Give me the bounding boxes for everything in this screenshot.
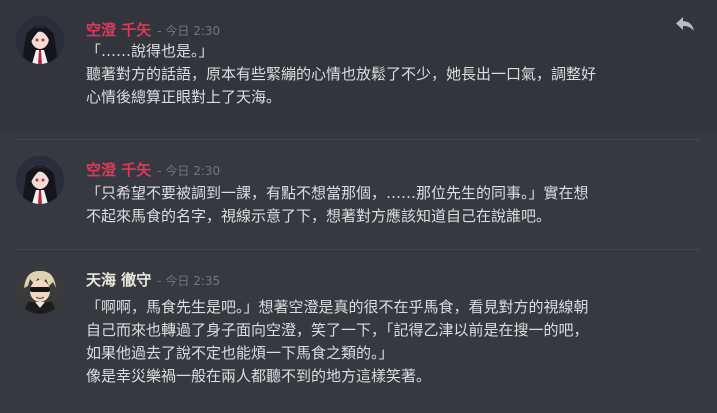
message-3[interactable]: 天海 徹守 - 今日 2:35 「啊啊，馬食先生是吧。」想著空澄是真的很不在乎馬食…	[0, 250, 717, 413]
message-content: 「啊啊，馬食先生是吧。」想著空澄是真的很不在乎馬食，看見對方的視線朝 自己而來也…	[86, 296, 706, 388]
message-line: 自己而來也轉過了身子面向空澄，笑了一下，「記得乙津以前是在搜一的吧，	[86, 321, 589, 339]
avatar-sora[interactable]	[16, 16, 64, 64]
message-2[interactable]: 空澄 千矢 - 今日 2:30 「只希望不要被調到一課，有點不想當那個，……那位先…	[0, 140, 717, 248]
message-1[interactable]: 空澄 千矢 - 今日 2:30 「……說得也是。」 聽著對方的話語，原本有些緊繃的…	[0, 0, 717, 132]
timestamp: - 今日 2:30	[157, 24, 221, 38]
message-content: 「只希望不要被調到一課，有點不想當那個，……那位先生的同事。」實在想 不起來馬食…	[86, 182, 706, 228]
message-line: 聽著對方的話語，原本有些緊繃的心情也放鬆了不少，她長出一口氣，調整好	[86, 65, 597, 83]
timestamp: - 今日 2:35	[157, 274, 221, 288]
username[interactable]: 天海 徹守	[86, 271, 151, 289]
message-line: 不起來馬食的名字，視線示意了下，想著對方應該知道自己在說誰吧。	[86, 207, 552, 225]
message-line: 「……說得也是。」	[86, 42, 214, 60]
message-header: 天海 徹守 - 今日 2:35	[86, 270, 220, 290]
message-line: 「啊啊，馬食先生是吧。」想著空澄是真的很不在乎馬食，看見對方的視線朝	[86, 298, 589, 316]
avatar-amami[interactable]	[16, 266, 64, 314]
username[interactable]: 空澄 千矢	[86, 21, 151, 39]
username[interactable]: 空澄 千矢	[86, 161, 151, 179]
message-line: 心情後總算正眼對上了天海。	[86, 88, 282, 106]
message-line: 如果他過去了說不定也能煩一下馬食之類的。」	[86, 344, 394, 362]
reply-button[interactable]	[671, 12, 699, 36]
message-content: 「……說得也是。」 聽著對方的話語，原本有些緊繃的心情也放鬆了不少，她長出一口氣…	[86, 40, 706, 109]
reply-arrow-icon	[676, 17, 694, 31]
chat-message-list: 空澄 千矢 - 今日 2:30 「……說得也是。」 聽著對方的話語，原本有些緊繃的…	[0, 0, 717, 413]
avatar-sora[interactable]	[16, 156, 64, 204]
message-line: 像是幸災樂禍一般在兩人都聽不到的地方這樣笑著。	[86, 367, 432, 385]
message-header: 空澄 千矢 - 今日 2:30	[86, 20, 220, 40]
timestamp: - 今日 2:30	[157, 164, 221, 178]
message-line: 「只希望不要被調到一課，有點不想當那個，……那位先生的同事。」實在想	[86, 184, 589, 202]
message-header: 空澄 千矢 - 今日 2:30	[86, 160, 220, 180]
